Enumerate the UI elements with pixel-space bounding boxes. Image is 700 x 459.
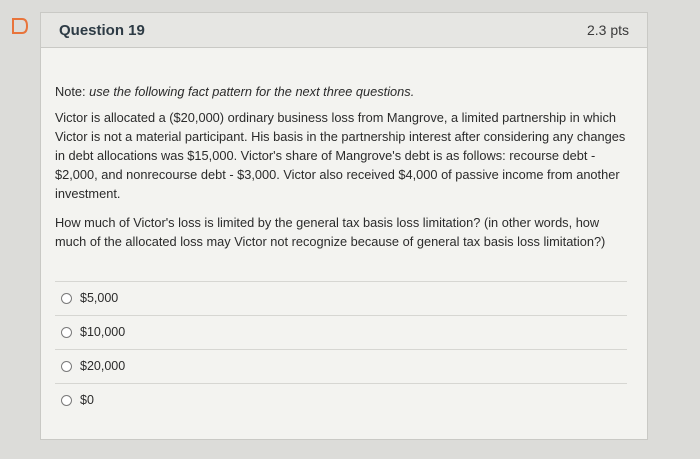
note: Note: use the following fact pattern for… [55,82,627,101]
note-text: use the following fact pattern for the n… [85,84,415,99]
question-title: Question 19 [59,21,145,39]
question-body: Note: use the following fact pattern for… [41,48,647,417]
question-points: 2.3 pts [586,22,629,38]
answer-option[interactable]: $10,000 [55,315,627,349]
fact-pattern: Victor is allocated a ($20,000) ordinary… [55,110,626,201]
radio-button[interactable] [61,395,72,406]
question-prompt: How much of Victor's loss is limited by … [55,215,606,249]
radio-button[interactable] [61,293,72,304]
radio-button[interactable] [61,327,72,338]
answer-list: $5,000 $10,000 $20,000 $0 [55,281,627,417]
flag-question-icon[interactable] [7,14,33,38]
question-card: Question 19 2.3 pts Note: use the follow… [40,12,648,440]
note-label: Note: [55,84,86,99]
answer-option[interactable]: $20,000 [55,349,627,383]
answer-option[interactable]: $5,000 [55,281,627,315]
radio-button[interactable] [61,361,72,372]
question-header: Question 19 2.3 pts [41,13,647,48]
answer-option[interactable]: $0 [55,383,627,417]
answer-label: $10,000 [80,325,126,339]
answer-label: $0 [80,393,94,407]
answer-label: $20,000 [80,359,126,373]
answer-label: $5,000 [80,291,119,305]
